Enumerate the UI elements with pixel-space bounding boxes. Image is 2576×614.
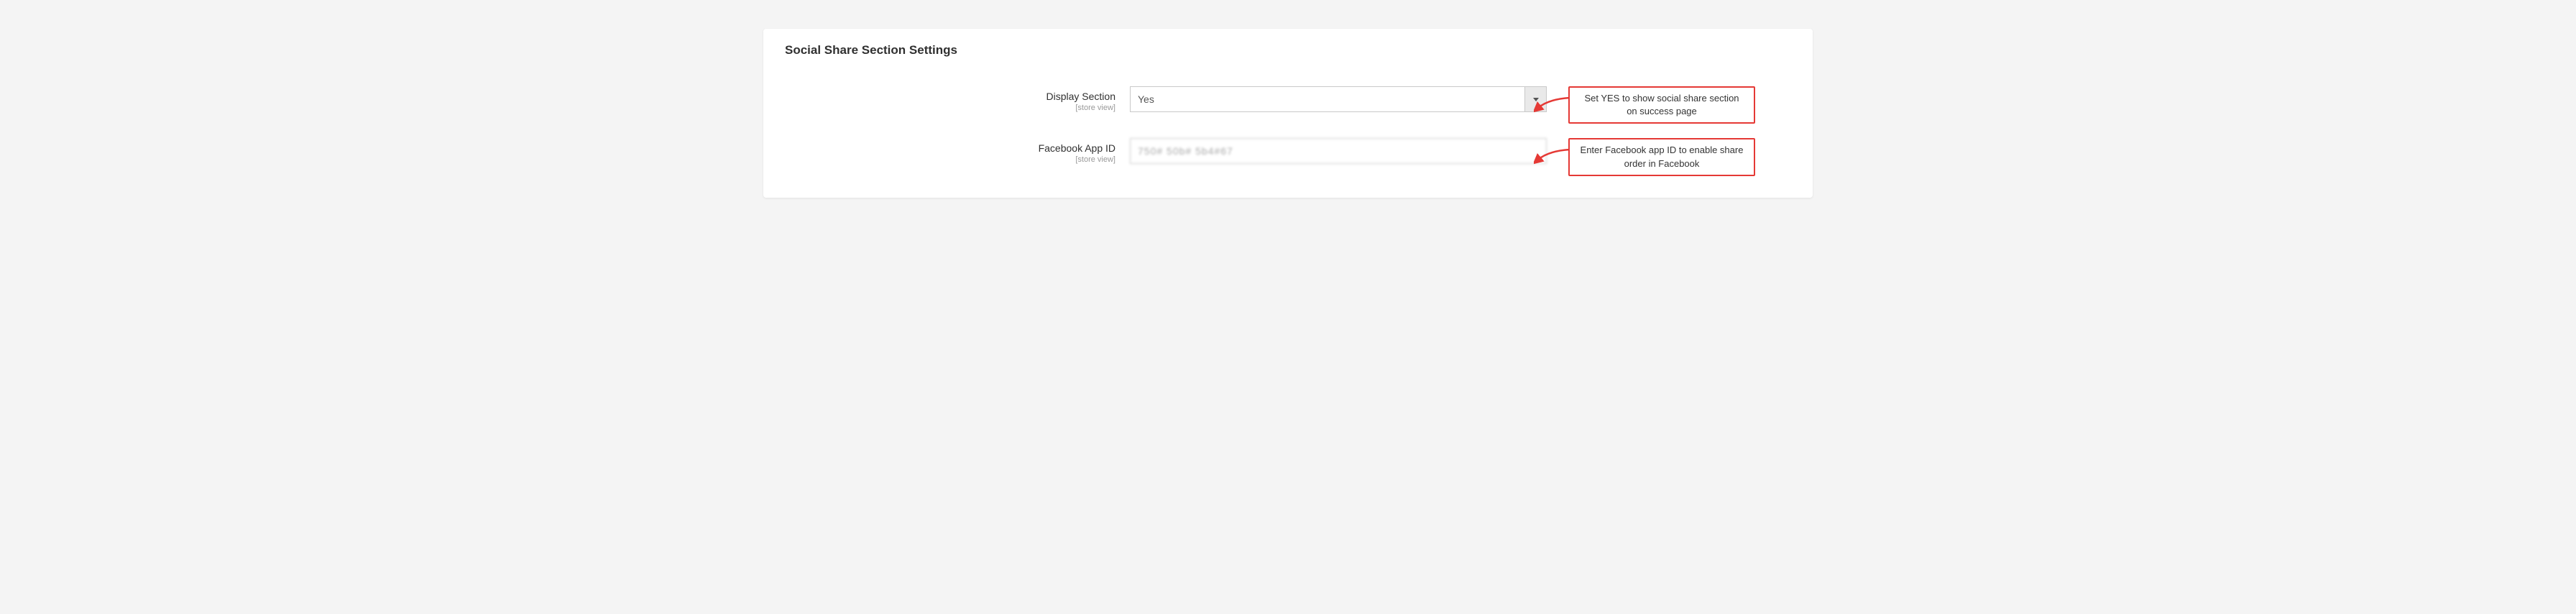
label-col-facebook-app-id: Facebook App ID [store view] (785, 138, 1130, 164)
label-col-display-section: Display Section [store view] (785, 86, 1130, 112)
settings-panel: Social Share Section Settings Display Se… (763, 29, 1813, 198)
label-facebook-app-id: Facebook App ID (785, 142, 1116, 154)
scope-facebook-app-id: [store view] (785, 155, 1116, 164)
input-facebook-app-id[interactable]: 750# 50b# 5b4#67 (1130, 138, 1547, 164)
panel-title: Social Share Section Settings (785, 43, 1791, 65)
select-value-display-section[interactable]: Yes (1130, 86, 1525, 112)
callout-arrow-icon (1534, 95, 1570, 115)
callout-display-section: Set YES to show social share section on … (1568, 86, 1755, 124)
row-facebook-app-id: Facebook App ID [store view] 750# 50b# 5… (785, 138, 1791, 175)
form-rows: Display Section [store view] Yes (785, 86, 1791, 176)
callout-facebook-app-id: Enter Facebook app ID to enable share or… (1568, 138, 1755, 175)
input-col-display-section: Yes (1130, 86, 1547, 112)
callout-col-facebook-app-id: Enter Facebook app ID to enable share or… (1568, 138, 1755, 175)
row-display-section: Display Section [store view] Yes (785, 86, 1791, 124)
input-col-facebook-app-id: 750# 50b# 5b4#67 (1130, 138, 1547, 164)
scope-display-section: [store view] (785, 104, 1116, 112)
callout-arrow-icon (1534, 147, 1570, 167)
label-display-section: Display Section (785, 91, 1116, 102)
callout-col-display-section: Set YES to show social share section on … (1568, 86, 1755, 124)
select-display-section[interactable]: Yes (1130, 86, 1547, 112)
